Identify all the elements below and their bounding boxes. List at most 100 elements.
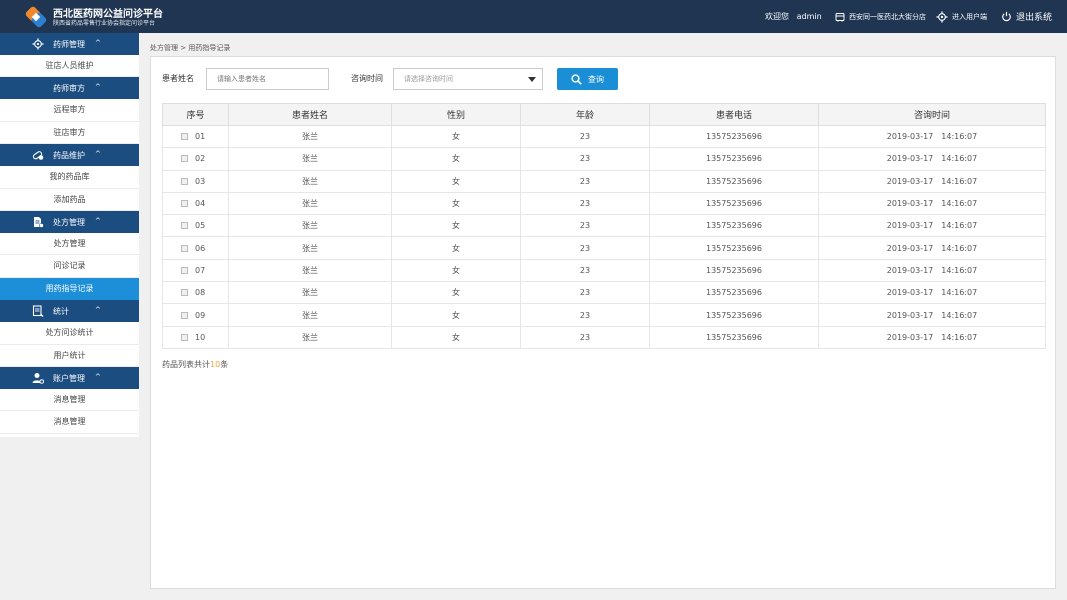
summary-suffix: 条 [220,360,229,369]
cell-patient-name: 张兰 [228,124,392,149]
sidebar-group-drug-maintenance[interactable]: 药品维护 ^ [0,144,139,167]
cell-age: 23 [520,214,650,238]
top-header: 西北医药网公益问诊平台 陕西省药品零售行业协会指定问诊平台 欢迎您 admin … [0,0,1067,33]
cell-phone: 13575235696 [649,191,819,216]
row-checkbox[interactable] [181,222,188,230]
cell-age: 23 [520,169,650,193]
cell-consult-time: 2019-03-17 14:16:07 [818,236,1046,260]
sidebar-item-user-stats[interactable]: 用户统计 [0,344,139,367]
consult-clock: 14:16:07 [941,332,978,342]
user-center-link[interactable]: 进入用户端 [936,9,987,24]
patient-name-input[interactable] [206,68,329,90]
consult-time-select[interactable]: 请选择咨询时间 [393,68,543,90]
sidebar-group-label: 药师审方 [53,84,85,94]
summary-count: 10 [210,360,221,369]
sidebar-group-label: 统计 [53,307,69,317]
query-button[interactable]: 查询 [557,68,618,90]
cell-gender: 女 [391,303,521,327]
cell-age: 23 [520,281,650,305]
cell-gender: 女 [391,169,521,193]
consult-date: 2019-03-17 [886,310,934,320]
row-checkbox[interactable] [181,155,188,163]
row-index: 04 [195,199,206,209]
row-checkbox[interactable] [181,311,188,319]
cell-phone: 13575235696 [649,147,819,171]
welcome-prefix: 欢迎您 [765,12,789,21]
sidebar-item-messages-1[interactable]: 消息管理 [0,388,139,412]
table-row: 09 张兰女 23 13575235696 2019-03-17 14:16:07 [162,303,1046,327]
consult-clock: 14:16:07 [941,221,978,231]
sidebar-item-onsite-staff[interactable]: 驻店人员维护 [0,55,139,78]
sidebar-group-label: 药师管理 [53,40,85,49]
row-checkbox[interactable] [181,133,188,141]
cell-index: 07 [162,258,229,283]
summary-prefix: 药品列表共计 [162,360,210,369]
col-header-patient-name: 患者姓名 [228,103,392,126]
sidebar-group-pharmacist-review[interactable]: 药师审方 ^ [0,77,139,100]
consult-date: 2019-03-17 [886,199,934,209]
col-header-phone: 患者电话 [649,103,819,126]
cell-patient-name: 张兰 [228,191,392,216]
sidebar-item-prescriptions[interactable]: 处方管理 [0,232,139,256]
cell-consult-time: 2019-03-17 14:16:07 [818,303,1046,327]
col-header-consult-time: 咨询时间 [818,103,1046,126]
cell-consult-time: 2019-03-17 14:16:07 [818,169,1046,193]
username: admin [796,12,822,21]
cell-consult-time: 2019-03-17 14:16:07 [818,124,1046,149]
logout-button[interactable]: 退出系统 [1001,9,1052,24]
sidebar-item-remote-review[interactable]: 远程审方 [0,99,139,122]
row-checkbox[interactable] [181,200,188,208]
breadcrumb: 处方管理 > 用药指导记录 [150,44,231,52]
sidebar-group-statistics[interactable]: 统计 ^ [0,300,139,323]
consult-date: 2019-03-17 [886,154,934,164]
gear-icon [32,38,44,50]
consult-clock: 14:16:07 [941,154,978,164]
main-panel: 患者姓名 咨询时间 请选择咨询时间 查询 序号 患者姓名 性别 年龄 患者电话 … [150,56,1056,589]
row-checkbox[interactable] [181,333,188,341]
row-index: 10 [195,332,206,342]
consult-date: 2019-03-17 [886,176,934,186]
cell-phone: 13575235696 [649,258,819,283]
sidebar-item-consult-records[interactable]: 问诊记录 [0,255,139,278]
row-index: 03 [195,176,206,186]
store-link[interactable]: 西安同一医药北大街分店 [835,9,926,24]
consult-date: 2019-03-17 [886,221,934,231]
sidebar-item-add-drug[interactable]: 添加药品 [0,188,139,211]
cell-gender: 女 [391,236,521,260]
row-checkbox[interactable] [181,289,188,297]
row-checkbox[interactable] [181,177,188,185]
list-summary: 药品列表共计10条 [162,359,228,370]
cell-age: 23 [520,325,650,349]
consult-time-placeholder: 请选择咨询时间 [404,75,453,83]
records-table: 序号 患者姓名 性别 年龄 患者电话 咨询时间 01 张兰女 23 135752356… [162,103,1046,349]
cell-gender: 女 [391,325,521,349]
chevron-up-icon: ^ [95,83,101,92]
cell-gender: 女 [391,258,521,283]
cell-age: 23 [520,191,650,216]
sidebar-group-prescription-management[interactable]: 处方管理 ^ [0,210,139,233]
cell-patient-name: 张兰 [228,325,392,349]
cell-patient-name: 张兰 [228,303,392,327]
sidebar-item-medication-guide-records[interactable]: 用药指导记录 [0,277,139,301]
sidebar-group-account-management[interactable]: 账户管理 ^ [0,366,139,389]
cell-index: 09 [162,303,229,327]
sidebar-item-prescription-stats[interactable]: 处方问诊统计 [0,322,139,345]
consult-date: 2019-03-17 [886,132,934,142]
sidebar-item-my-drugs[interactable]: 我的药品库 [0,166,139,189]
brand-subtitle: 陕西省药品零售行业协会指定问诊平台 [53,20,156,27]
row-checkbox[interactable] [181,266,188,274]
logo-icon [25,6,47,28]
sidebar-group-label: 账户管理 [53,373,85,383]
cell-age: 23 [520,147,650,171]
gear-icon [936,11,948,22]
row-checkbox[interactable] [181,244,188,252]
cell-gender: 女 [391,124,521,149]
sidebar-item-onsite-review[interactable]: 驻店审方 [0,121,139,145]
search-icon [571,73,582,85]
cell-patient-name: 张兰 [228,236,392,260]
consult-clock: 14:16:07 [941,176,978,186]
cell-index: 06 [162,236,229,260]
consult-date: 2019-03-17 [886,288,934,298]
sidebar-group-pharmacist-management[interactable]: 药师管理 ^ [0,33,139,55]
sidebar-item-messages-2[interactable]: 消息管理 [0,411,139,434]
